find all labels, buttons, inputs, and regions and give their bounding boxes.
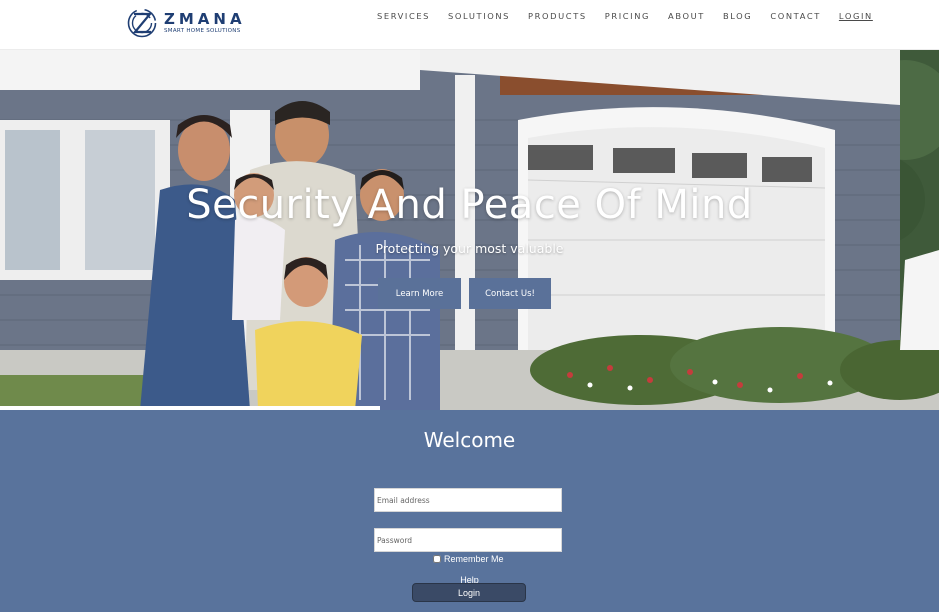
hero-subtitle: Protecting your most valuable bbox=[375, 241, 564, 256]
site-header: ZMANA SMART HOME SOLUTIONS SERVICES SOLU… bbox=[0, 0, 939, 50]
password-field[interactable] bbox=[374, 528, 562, 552]
brand-logo[interactable]: ZMANA SMART HOME SOLUTIONS bbox=[126, 2, 246, 44]
main-nav: SERVICES SOLUTIONS PRODUCTS PRICING ABOU… bbox=[377, 11, 873, 21]
contact-us-button[interactable]: Contact Us! bbox=[469, 278, 551, 309]
logo-icon bbox=[127, 8, 157, 38]
nav-blog[interactable]: BLOG bbox=[723, 11, 752, 21]
brand-name: ZMANA bbox=[164, 10, 246, 28]
remember-me-checkbox[interactable] bbox=[433, 555, 441, 563]
nav-login[interactable]: LOGIN bbox=[839, 11, 873, 21]
nav-products[interactable]: PRODUCTS bbox=[528, 11, 587, 21]
nav-services[interactable]: SERVICES bbox=[377, 11, 430, 21]
learn-more-button[interactable]: Learn More bbox=[378, 278, 461, 309]
welcome-section: Welcome Remember Me Help Login bbox=[0, 410, 939, 612]
brand-tagline: SMART HOME SOLUTIONS bbox=[164, 28, 241, 34]
email-field[interactable] bbox=[374, 488, 562, 512]
welcome-title: Welcome bbox=[423, 428, 516, 452]
remember-me-label: Remember Me bbox=[444, 554, 504, 564]
nav-contact[interactable]: CONTACT bbox=[770, 11, 821, 21]
hero-banner: Security And Peace Of Mind Protecting yo… bbox=[0, 50, 939, 410]
hero-image bbox=[0, 50, 939, 410]
nav-pricing[interactable]: PRICING bbox=[605, 11, 650, 21]
nav-about[interactable]: ABOUT bbox=[668, 11, 705, 21]
nav-solutions[interactable]: SOLUTIONS bbox=[448, 11, 510, 21]
login-button[interactable]: Login bbox=[412, 583, 526, 602]
hero-title: Security And Peace Of Mind bbox=[186, 182, 753, 228]
remember-me[interactable]: Remember Me bbox=[433, 554, 504, 564]
